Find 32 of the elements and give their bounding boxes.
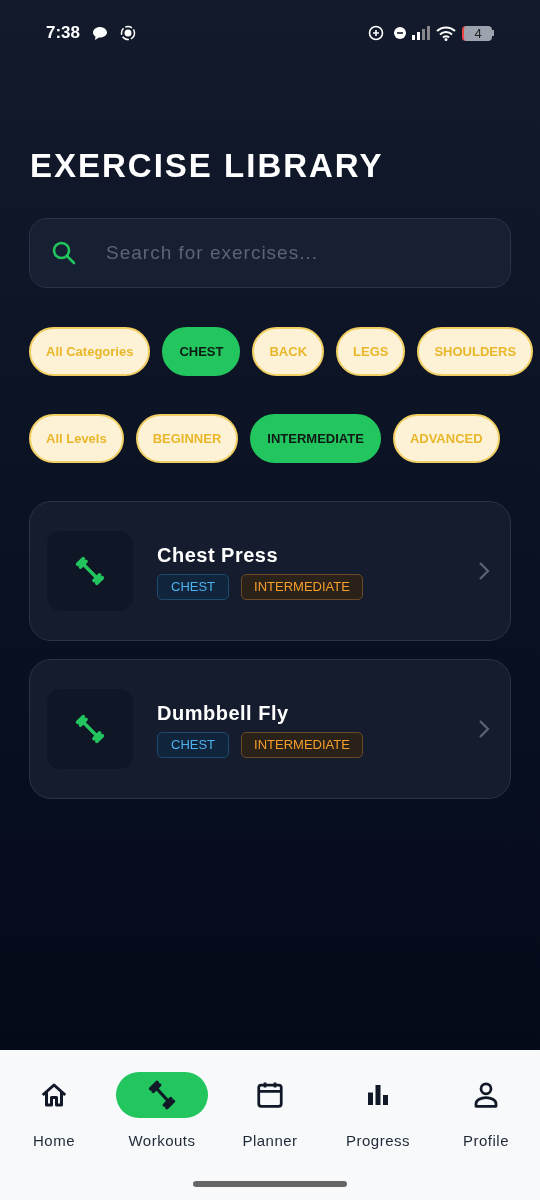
dumbbell-icon bbox=[75, 556, 105, 586]
category-tag: CHEST bbox=[157, 574, 230, 600]
chat-icon bbox=[92, 25, 109, 41]
record-icon bbox=[120, 25, 137, 41]
page-title: EXERCISE LIBRARY bbox=[30, 146, 385, 186]
exercise-name: Dumbbell Fly bbox=[157, 701, 290, 726]
chevron-right-icon bbox=[478, 561, 490, 581]
exercise-name: Chest Press bbox=[157, 543, 280, 568]
filter-chip[interactable]: INTERMEDIATE bbox=[250, 414, 381, 463]
calendar-icon bbox=[255, 1080, 285, 1110]
category-tag: CHEST bbox=[157, 732, 230, 758]
wifi-icon bbox=[436, 25, 456, 41]
nav-label[interactable]: Home bbox=[33, 1130, 75, 1153]
nav-label[interactable]: Workouts bbox=[128, 1130, 196, 1153]
nav-label[interactable]: Progress bbox=[346, 1130, 410, 1153]
battery-icon: 4 bbox=[462, 25, 494, 41]
dumbbell-icon bbox=[75, 714, 105, 744]
level-tag: INTERMEDIATE bbox=[241, 732, 363, 758]
exercise-card[interactable]: Dumbbell Fly CHEST INTERMEDIATE bbox=[29, 659, 511, 799]
filter-chip[interactable]: CHEST bbox=[162, 327, 241, 376]
level-tag: INTERMEDIATE bbox=[241, 574, 363, 600]
nav-label[interactable]: Planner bbox=[242, 1130, 298, 1153]
do-not-disturb-icon bbox=[394, 27, 406, 39]
status-time: 7:38 bbox=[46, 22, 81, 45]
search-icon bbox=[51, 240, 77, 266]
search-field[interactable]: Search for exercises... bbox=[29, 218, 511, 288]
chevron-right-icon bbox=[478, 719, 490, 739]
nav-tab[interactable] bbox=[116, 1072, 208, 1118]
dumbbell-icon bbox=[147, 1080, 177, 1110]
exercise-card[interactable]: Chest Press CHEST INTERMEDIATE bbox=[29, 501, 511, 641]
data-saver-icon bbox=[368, 25, 384, 41]
nav-label[interactable]: Profile bbox=[463, 1130, 509, 1153]
